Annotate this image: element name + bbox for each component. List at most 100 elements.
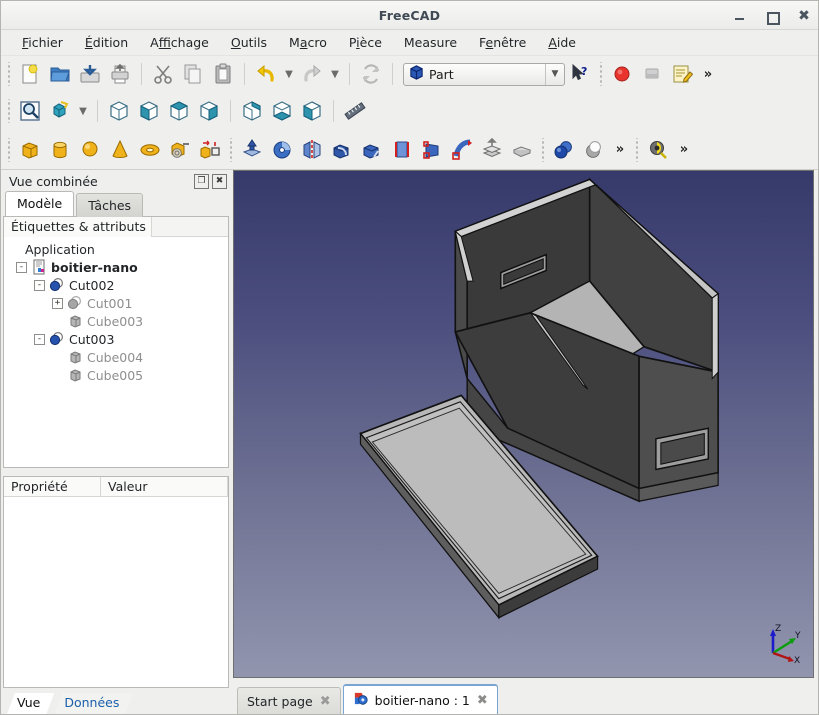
mirror-button[interactable]: [297, 135, 327, 165]
torus-primitive-button[interactable]: [135, 135, 165, 165]
tab-taches[interactable]: Tâches: [76, 193, 144, 217]
3d-viewport[interactable]: Z Y X: [233, 170, 814, 678]
part-toolbar-overflow-button-2[interactable]: »: [673, 136, 695, 164]
sphere-primitive-button[interactable]: [75, 135, 105, 165]
redo-dropdown-icon[interactable]: ▼: [327, 60, 343, 88]
macro-stop-button[interactable]: [637, 59, 667, 89]
box-feature-icon: [67, 349, 83, 365]
menu-edition[interactable]: Édition: [74, 31, 139, 54]
tab-modele[interactable]: Modèle: [5, 191, 75, 216]
chamfer-button[interactable]: [357, 135, 387, 165]
toolbar-grip[interactable]: [633, 137, 641, 162]
menu-macro[interactable]: Macro: [278, 31, 338, 54]
menu-aide[interactable]: Aide: [537, 31, 587, 54]
cylinder-primitive-button[interactable]: [45, 135, 75, 165]
macro-record-button[interactable]: [607, 59, 637, 89]
maximize-button[interactable]: [764, 8, 780, 25]
boolean-button[interactable]: [549, 135, 579, 165]
loft-button[interactable]: [417, 135, 447, 165]
menu-piece[interactable]: Pièce: [338, 31, 393, 54]
cone-primitive-button[interactable]: [105, 135, 135, 165]
primitives-button[interactable]: [165, 135, 195, 165]
toolbar-grip[interactable]: [597, 62, 605, 86]
fit-all-button[interactable]: [15, 96, 45, 126]
close-button[interactable]: ✖: [796, 8, 812, 24]
undo-dropdown-icon[interactable]: ▼: [281, 60, 297, 88]
bottom-view-button[interactable]: [267, 96, 297, 126]
part-toolbar-overflow-button[interactable]: »: [609, 136, 631, 164]
shape-builder-button[interactable]: [195, 135, 225, 165]
save-document-button[interactable]: [75, 59, 105, 89]
menu-outils[interactable]: Outils: [220, 31, 278, 54]
close-panel-icon[interactable]: ✖: [212, 173, 227, 189]
tree-item-cut001[interactable]: + Cut001: [4, 294, 228, 312]
document-icon: [31, 259, 47, 275]
tree-item-cube004[interactable]: Cube004: [4, 348, 228, 366]
left-view-button[interactable]: [297, 96, 327, 126]
cut-boolean-button[interactable]: [579, 135, 609, 165]
toolbar-grip[interactable]: [227, 137, 235, 162]
tree-item-cut002[interactable]: - Cut002: [4, 276, 228, 294]
close-tab-icon[interactable]: ✖: [320, 695, 331, 708]
toolbar-grip[interactable]: [539, 137, 547, 162]
refresh-button[interactable]: [356, 59, 386, 89]
draw-style-dropdown-icon[interactable]: ▼: [75, 97, 91, 125]
main-body: Vue combinée ❐ ✖ Modèle Tâches Étiquette…: [1, 170, 818, 714]
tree-item-boitier-nano[interactable]: - boitier-nano: [4, 258, 228, 276]
minimize-button[interactable]: [732, 8, 748, 24]
doc-tab-boitier-nano[interactable]: boitier-nano : 1 ✖: [342, 684, 498, 714]
tree-toggle-collapse-icon[interactable]: -: [34, 333, 45, 345]
toolbar-grip[interactable]: [5, 137, 13, 162]
menu-fenetre[interactable]: Fenêtre: [468, 31, 537, 54]
revolve-button[interactable]: [267, 135, 297, 165]
doc-tab-start-page[interactable]: Start page ✖: [237, 687, 341, 714]
menu-measure[interactable]: Measure: [393, 31, 468, 54]
cross-sections-button[interactable]: [507, 135, 537, 165]
tab-donnees[interactable]: Données: [54, 693, 133, 714]
chevron-down-icon[interactable]: ▼: [545, 63, 564, 85]
tree-toggle-collapse-icon[interactable]: -: [16, 261, 27, 273]
open-document-button[interactable]: [45, 59, 75, 89]
measure-inspect-button[interactable]: [643, 135, 673, 165]
box-primitive-button[interactable]: [15, 135, 45, 165]
isometric-view-button[interactable]: [104, 96, 134, 126]
ruled-surface-button[interactable]: [387, 135, 417, 165]
measure-ruler-button[interactable]: [340, 96, 370, 126]
float-panel-icon[interactable]: ❐: [194, 173, 209, 189]
copy-button[interactable]: [178, 59, 208, 89]
print-document-button[interactable]: [105, 59, 135, 89]
right-view-button[interactable]: [194, 96, 224, 126]
tree-item-cut003[interactable]: - Cut003: [4, 330, 228, 348]
new-document-button[interactable]: [15, 59, 45, 89]
menu-fichier[interactable]: Fichier: [11, 31, 74, 54]
toolbar-grip[interactable]: [5, 62, 13, 86]
undo-button[interactable]: [251, 59, 281, 89]
tree-toggle-collapse-icon[interactable]: -: [34, 279, 45, 291]
toolbar-separator: [244, 63, 245, 85]
cut-button[interactable]: [148, 59, 178, 89]
whats-this-button[interactable]: ?: [565, 59, 595, 89]
extrude-button[interactable]: [237, 135, 267, 165]
draw-style-button[interactable]: [45, 96, 75, 126]
tree-toggle-expand-icon[interactable]: +: [52, 297, 63, 309]
close-tab-icon[interactable]: ✖: [477, 694, 488, 707]
top-view-button[interactable]: [164, 96, 194, 126]
menu-affichage[interactable]: Affichage: [139, 31, 220, 54]
tab-vue[interactable]: Vue: [7, 693, 54, 714]
menu-fichier-rest: ichier: [28, 35, 63, 50]
property-rows[interactable]: [4, 497, 228, 687]
toolbar-grip[interactable]: [5, 99, 13, 123]
tree-item-cube005[interactable]: Cube005: [4, 366, 228, 384]
file-toolbar-overflow-button[interactable]: »: [697, 60, 719, 88]
workbench-selector[interactable]: Part ▼: [403, 62, 565, 86]
tree-item-cube003[interactable]: Cube003: [4, 312, 228, 330]
macro-edit-button[interactable]: [667, 59, 697, 89]
tree-item-application[interactable]: Application: [4, 240, 228, 258]
rear-view-button[interactable]: [237, 96, 267, 126]
front-view-button[interactable]: [134, 96, 164, 126]
redo-button[interactable]: [297, 59, 327, 89]
fillet-button[interactable]: [327, 135, 357, 165]
paste-button[interactable]: [208, 59, 238, 89]
section-button[interactable]: [477, 135, 507, 165]
sweep-button[interactable]: [447, 135, 477, 165]
